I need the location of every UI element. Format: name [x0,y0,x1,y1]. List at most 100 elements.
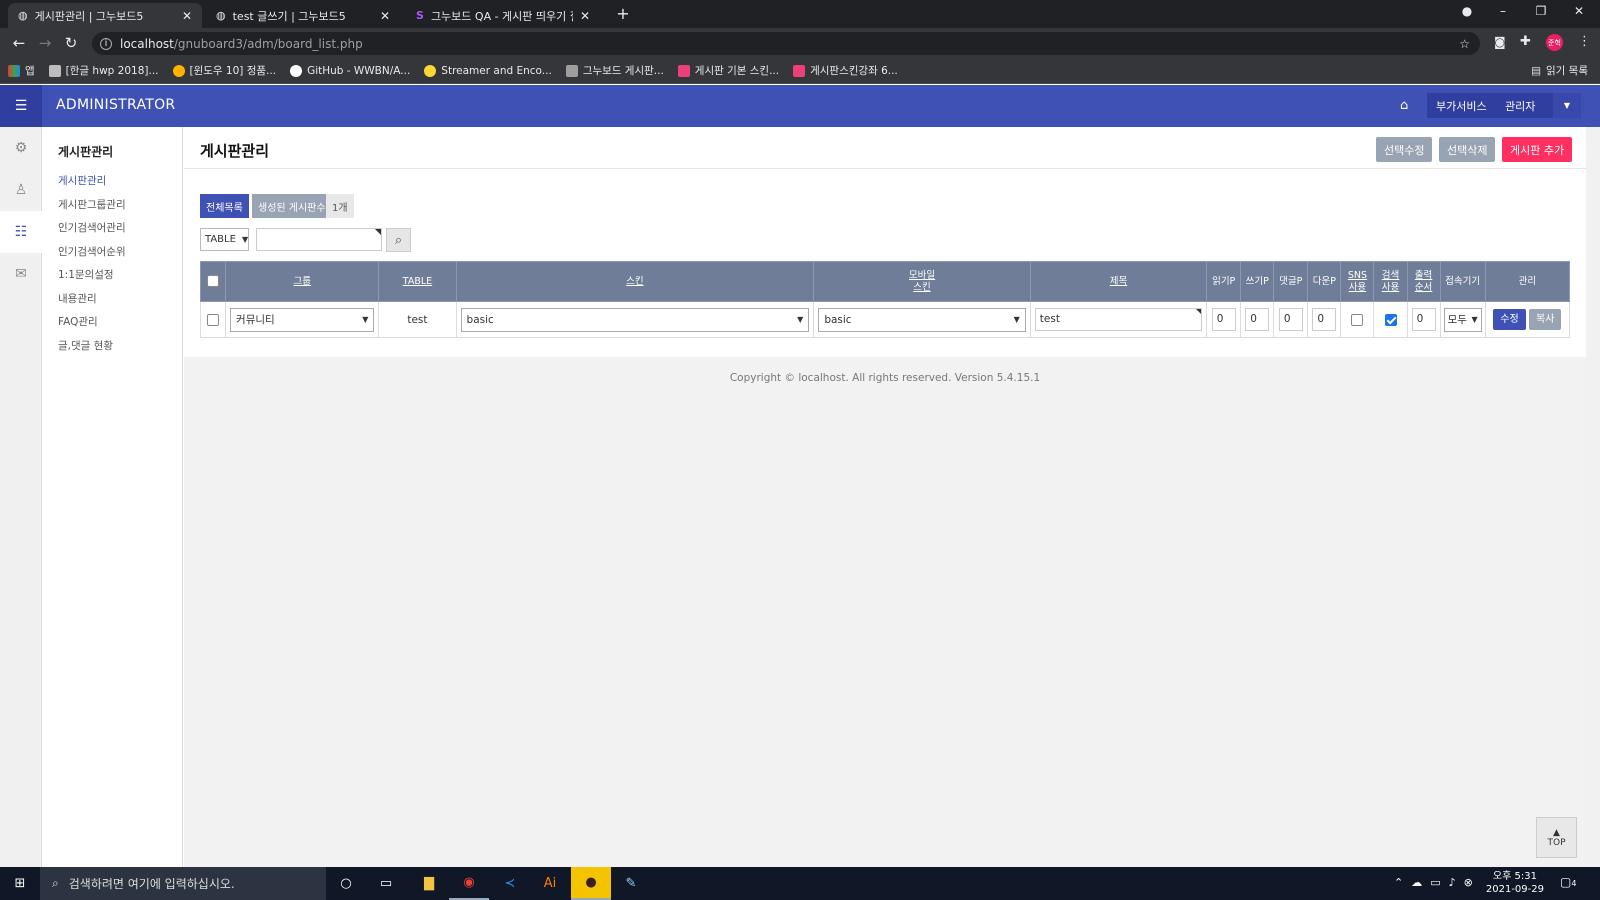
header-skin[interactable]: 스킨 [455,261,815,302]
mail-icon[interactable]: ✉ [0,253,42,295]
list-icon[interactable]: ☷ [0,211,42,253]
read-point-input[interactable]: 0 [1211,308,1236,331]
address-bar-row: ← → ↻ i localhost/gnuboard3/adm/board_li… [0,28,1600,58]
close-window-button[interactable]: ✕ [1564,4,1594,18]
table-id-cell: test [378,301,457,338]
subnav-item-board-group[interactable]: 게시판그룹관리 [58,194,182,218]
group-select[interactable]: 커뮤니티 ▼ [230,307,375,332]
close-icon[interactable]: ✕ [580,9,590,23]
subnav-item-content[interactable]: 내용관리 [58,288,182,312]
camera-icon[interactable]: ◙ [1494,35,1506,49]
back-arrow-icon[interactable]: ← [6,34,32,52]
device-select[interactable]: 모두 ▼ [1443,307,1482,332]
bookmark-item[interactable]: 그누보드 게시판... [565,63,664,78]
subnav-item-write-count[interactable]: 글,댓글 현황 [58,335,182,359]
header-group[interactable]: 그룹 [225,261,380,302]
subnav-item-popular-search[interactable]: 인기검색어관리 [58,217,182,241]
restore-button[interactable]: ❐ [1526,4,1556,18]
header-sns-use[interactable]: SNS 사용 [1340,261,1375,302]
download-point-input[interactable]: 0 [1312,308,1337,331]
tool-app-icon[interactable]: ✎ [611,867,651,900]
sns-use-checkbox[interactable] [1351,313,1364,326]
s-logo-icon: S [416,9,424,22]
chevron-down-icon[interactable]: ▼ [1553,93,1581,118]
user-icon[interactable]: ♙ [0,169,42,211]
close-icon[interactable]: ✕ [380,9,390,23]
search-icon[interactable]: ⌕ [386,228,411,252]
settings-gear-icon[interactable]: ⚙ [0,127,42,169]
close-icon[interactable]: ✕ [182,9,192,23]
copy-board-button[interactable]: 복사 [1529,309,1562,330]
cortana-icon[interactable]: ○ [326,867,366,900]
search-field-select[interactable]: TABLE ▼ [200,228,249,251]
comment-point-input[interactable]: 0 [1278,308,1303,331]
all-list-link[interactable]: 전체목록 [200,194,249,218]
subnav-item-qa-config[interactable]: 1:1문의설정 [58,264,182,288]
header-search-use[interactable]: 검색 사용 [1373,261,1408,302]
tray-icons[interactable]: ⌃☁▭♪⊗ [1394,876,1481,889]
extensions-icon[interactable]: ✚ [1520,34,1531,49]
header-mobile-skin[interactable]: 모바일 스킨 [813,261,1031,302]
windows-start-icon[interactable]: ⊞ [0,867,40,900]
bookmark-item[interactable]: 게시판 기본 스킨... [677,63,779,78]
file-explorer-icon[interactable]: ▇ [409,867,449,900]
delete-selected-button[interactable]: 선택삭제 [1439,137,1496,162]
illustrator-icon[interactable]: Ai [530,867,570,900]
bookmark-item[interactable]: 게시판스킨강좌 6... [793,63,898,78]
menu-toggle-icon[interactable]: ☰ [0,85,42,127]
edit-board-button[interactable]: 수정 [1493,309,1526,330]
reload-icon[interactable]: ↻ [58,34,84,52]
subnav-item-faq[interactable]: FAQ관리 [58,311,182,335]
header-order[interactable]: 출력 순서 [1406,261,1441,302]
clock[interactable]: 오후 5:31 2021-09-29 [1486,870,1544,896]
reading-list[interactable]: ▤ 읽기 목록 [1531,63,1588,78]
bookmark-item[interactable]: [한글 hwp 2018]... [48,63,159,78]
bookmark-apps[interactable]: 앱 [8,63,35,78]
subnav-item-board[interactable]: 게시판관리 [58,170,182,194]
notification-icon[interactable]: ▢4 [1560,875,1576,889]
row-checkbox[interactable] [207,313,220,326]
admin-brand[interactable]: ADMINISTRATOR [56,97,175,113]
add-board-button[interactable]: 게시판 추가 [1502,137,1573,162]
bookmark-item[interactable]: Streamer and Enco... [424,64,552,77]
bookmark-item[interactable]: GitHub - WWBN/A... [290,64,410,77]
more-menu-icon[interactable]: ⋮ [1578,34,1591,49]
star-icon[interactable]: ☆ [1459,37,1470,51]
task-view-icon[interactable]: ▭ [366,867,406,900]
scroll-top-button[interactable]: ▲ TOP [1536,817,1577,858]
mobile-skin-select[interactable]: basic ▼ [818,307,1026,332]
minimize-button[interactable]: – [1488,4,1518,18]
tab-board-admin[interactable]: ◍ 게시판관리 | 그누보드5 ✕ [8,3,202,28]
taskbar-search[interactable]: ⌕ 검색하려면 여기에 입력하십시오. [40,867,326,900]
profile-menu-icon[interactable]: ● [1452,4,1482,18]
skin-select[interactable]: basic ▼ [460,307,810,332]
tab-label: test 글쓰기 | 그누보드5 [232,9,346,23]
subnav-title: 게시판관리 [58,145,114,159]
tab-qa[interactable]: S 그누보드 QA - 게시판 띄우기 질 ✕ [406,3,600,28]
header-write-point: 쓰기P [1240,261,1275,302]
kakaotalk-icon[interactable]: ● [571,867,611,900]
url-field[interactable]: i localhost/gnuboard3/adm/board_list.php… [92,32,1480,55]
home-icon[interactable]: ⌂ [1400,98,1408,113]
search-input[interactable] [256,228,382,251]
vscode-icon[interactable]: ≺ [490,867,530,900]
bookmark-item[interactable]: [윈도우 10] 정품... [172,63,276,78]
new-tab-button[interactable]: + [608,4,638,23]
select-all-checkbox[interactable] [207,275,220,288]
addon-service-button[interactable]: 부가서비스 [1427,93,1496,118]
chrome-icon[interactable]: ◉ [449,867,489,900]
write-point-input[interactable]: 0 [1245,308,1270,331]
table-row: 커뮤니티 ▼ test basic ▼ basic ▼ test 0 0 0 0 0 … [199,301,1571,338]
order-input[interactable]: 0 [1411,308,1436,331]
subnav-item-popular-rank[interactable]: 인기검색어순위 [58,241,182,265]
header-subject[interactable]: 제목 [1029,261,1208,302]
search-use-cell [1373,301,1408,338]
search-use-checkbox[interactable] [1384,313,1397,326]
page-scrollbar[interactable] [1586,127,1600,867]
header-table[interactable]: TABLE [378,261,457,302]
forward-arrow-icon[interactable]: → [32,34,58,52]
subject-input[interactable]: test [1034,308,1203,331]
tab-write[interactable]: ◍ test 글쓰기 | 그누보드5 ✕ [206,3,400,28]
profile-avatar[interactable]: 준혁 [1546,34,1563,51]
edit-selected-button[interactable]: 선택수정 [1376,137,1433,162]
